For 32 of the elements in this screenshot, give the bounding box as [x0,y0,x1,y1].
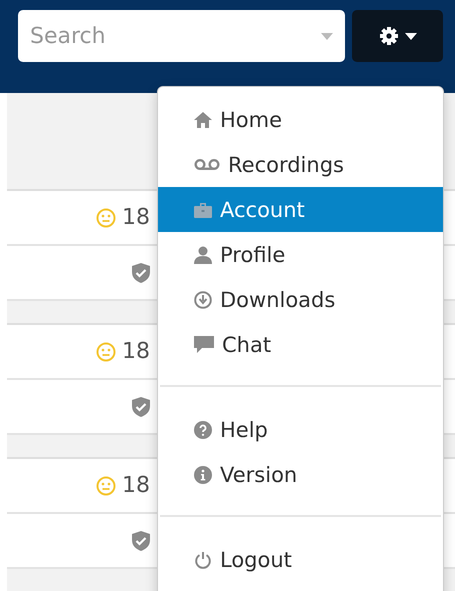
score-value: 18 [122,205,150,230]
help-icon [194,420,212,438]
menu-item[interactable]: Help [158,407,443,452]
settings-icon [378,26,398,46]
neutral-face-icon [96,476,116,496]
briefcase-icon [194,202,212,218]
shield-check-icon [132,262,150,282]
menu-item[interactable]: Downloads [158,277,443,322]
menu-item[interactable]: Home [158,97,443,142]
chat-icon [194,336,214,354]
power-icon [194,550,212,568]
neutral-face-icon [96,342,116,362]
menu-item[interactable]: Recordings [158,142,443,187]
neutral-face-icon [96,208,116,228]
info-icon [194,466,212,484]
menu-item[interactable]: Logout [158,537,443,582]
settings-button[interactable] [352,10,443,62]
score-value: 18 [122,339,150,364]
menu-item[interactable]: Account [158,187,443,232]
shield-check-icon [132,530,150,550]
menu-item[interactable]: Chat [158,322,443,367]
caret-icon [321,33,333,40]
voicemail-icon [194,159,220,170]
user-icon [194,246,212,264]
download-icon [194,290,212,308]
score-value: 18 [122,473,150,498]
shield-check-icon [132,396,150,416]
search-field[interactable]: Search [18,10,345,62]
caret-icon [404,32,416,40]
home-icon [194,112,212,128]
menu-item[interactable]: Profile [158,232,443,277]
menu-item[interactable]: Version [158,452,443,497]
